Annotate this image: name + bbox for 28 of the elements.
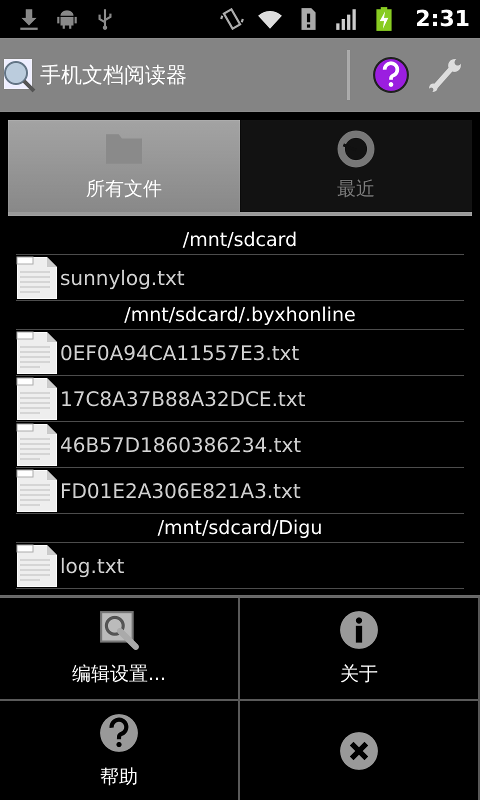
close-icon (338, 730, 380, 772)
help-icon[interactable] (372, 56, 410, 94)
menu-item[interactable]: 帮助 (0, 700, 240, 800)
text-file-icon (16, 544, 58, 588)
vibrate-icon (219, 6, 246, 32)
app-title: 手机文档阅读器 (40, 62, 188, 89)
file-item[interactable]: 17C8A37B88A32DCE.txt (16, 376, 464, 422)
folder-path: /mnt/sdcard/.byxhonline (16, 301, 464, 330)
folder-path: /mnt/sdcard (16, 226, 464, 255)
file-item[interactable]: FD01E2A306E821A3.txt (16, 468, 464, 514)
file-item[interactable]: 0EF0A94CA11557E3.txt (16, 330, 464, 376)
info-icon (338, 609, 380, 652)
wrench-icon[interactable] (426, 56, 464, 94)
text-file-icon (16, 330, 58, 374)
text-file-icon (16, 468, 58, 512)
file-item[interactable]: 46B57D1860386234.txt (16, 422, 464, 468)
document-magnifier-icon (2, 57, 38, 93)
menu-item[interactable]: 关于 (240, 598, 480, 700)
menu-item[interactable]: 编辑设置... (0, 598, 240, 700)
tab[interactable]: 最近 (240, 120, 472, 212)
help-icon (98, 712, 140, 754)
clock: 2:31 (415, 6, 470, 32)
file-item[interactable]: sunnylog.txt (16, 255, 464, 301)
text-file-icon (16, 256, 58, 300)
text-file-icon (16, 422, 58, 466)
folder-path: /mnt/sdcard/Digu (16, 514, 464, 543)
file-item[interactable]: log.txt (16, 543, 464, 589)
text-file-icon (16, 376, 58, 420)
